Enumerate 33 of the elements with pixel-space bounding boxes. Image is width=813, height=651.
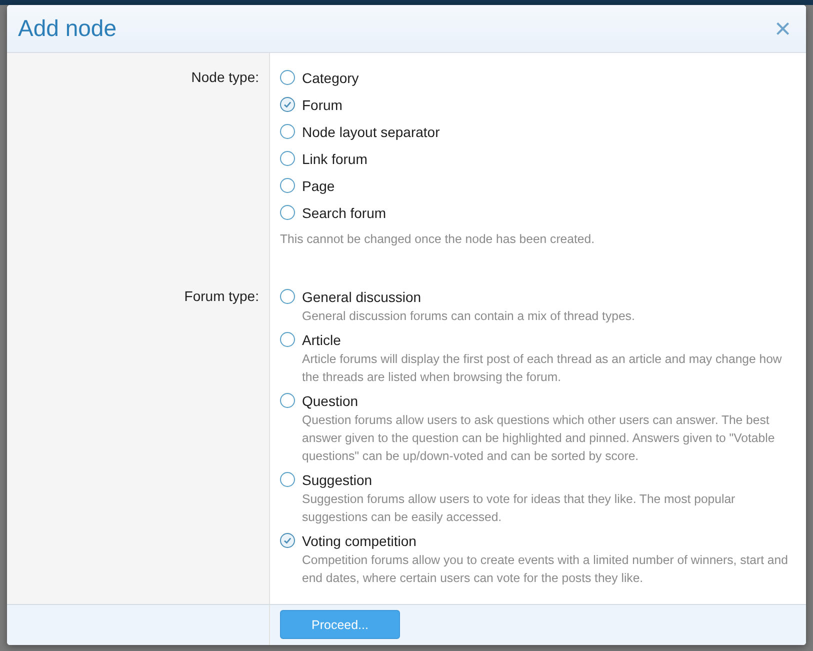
option-label[interactable]: Page — [302, 177, 335, 195]
option-label[interactable]: Forum — [302, 96, 342, 114]
radio-button[interactable] — [280, 178, 295, 193]
dialog-title: Add node — [18, 15, 116, 42]
field-label: Forum type: — [184, 288, 259, 304]
radio-button[interactable] — [280, 205, 295, 220]
option-label[interactable]: Question — [302, 392, 790, 410]
radio-button[interactable] — [280, 151, 295, 166]
radio-button[interactable] — [280, 332, 295, 346]
option-label[interactable]: Link forum — [302, 150, 368, 168]
option-label[interactable]: General discussion — [302, 288, 635, 306]
option-description: Article forums will display the first post of each thread as an article and may change how the threads are listed when browsing the forum. — [302, 350, 783, 386]
radio-button[interactable] — [280, 392, 295, 408]
check-icon — [283, 536, 292, 544]
field-hint: This cannot be changed once the node has been created. — [280, 232, 596, 246]
option-label[interactable]: Node layout separator — [302, 123, 440, 141]
radio-button[interactable] — [280, 288, 295, 304]
option-label[interactable]: Category — [302, 69, 359, 87]
radio-button[interactable] — [280, 124, 295, 139]
option-description: Question forums allow users to ask questions which other users can answer. The best answer given to the question can be highlighted and pinned. Answers given to "Votable questions" can be up/down-voted and can be sorted by score. — [302, 412, 776, 464]
radio-button[interactable] — [280, 472, 295, 486]
option-label[interactable]: Voting competition — [302, 532, 790, 550]
option-description: Suggestion forums allow users to vote for ideas that they like. The most popular suggestions can be easily accessed. — [302, 490, 736, 526]
option-label[interactable]: Article — [302, 330, 790, 348]
radio-button[interactable] — [280, 70, 295, 85]
option-label[interactable]: Suggestion — [302, 470, 790, 488]
field-label: Node type: — [191, 69, 259, 85]
radio-button[interactable] — [280, 97, 295, 112]
option-label[interactable]: Search forum — [302, 204, 386, 222]
option-description: Competition forums allow you to create events with a limited number of winners, start and end dates, where certain users can vote for the posts they like. — [302, 552, 789, 586]
radio-button[interactable] — [280, 532, 295, 548]
check-icon — [283, 100, 292, 109]
option-description: General discussion forums can contain a mix of thread types. — [302, 308, 635, 324]
